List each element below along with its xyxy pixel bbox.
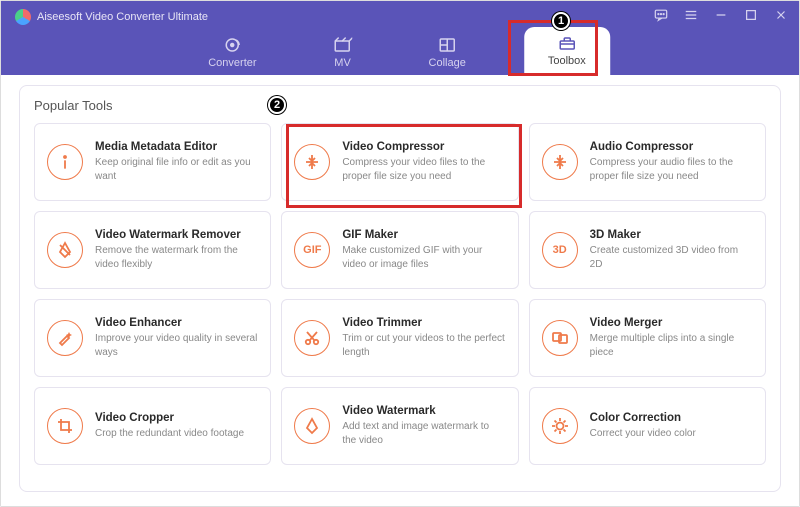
panel-title: Popular Tools [34,98,766,113]
app-window: Aiseesoft Video Converter Ultimate Conve… [0,0,800,507]
tool-audio-compressor[interactable]: Audio Compressor Compress your audio fil… [529,123,766,201]
tab-label: Toolbox [548,55,586,67]
compress-icon [294,144,330,180]
mv-icon [333,37,353,53]
tool-title: Video Enhancer [95,317,258,329]
maximize-icon[interactable] [743,7,759,23]
app-logo-icon [15,9,31,25]
scissors-icon [294,320,330,356]
tool-title: Video Compressor [342,141,505,153]
tool-desc: Make customized GIF with your video or i… [342,244,505,271]
tool-color-correction[interactable]: Color Correction Correct your video colo… [529,387,766,465]
tool-desc: Keep original file info or edit as you w… [95,156,258,183]
tab-toolbox[interactable]: Toolbox [524,27,610,75]
titlebar: Aiseesoft Video Converter Ultimate Conve… [1,1,799,75]
feedback-icon[interactable] [653,7,669,23]
tool-title: Video Merger [590,317,753,329]
merger-icon [542,320,578,356]
tool-video-trimmer[interactable]: Video Trimmer Trim or cut your videos to… [281,299,518,377]
tools-grid: Media Metadata Editor Keep original file… [34,123,766,465]
tool-title: Video Cropper [95,412,258,424]
tool-video-merger[interactable]: Video Merger Merge multiple clips into a… [529,299,766,377]
app-title: Aiseesoft Video Converter Ultimate [37,11,208,23]
app-logo-wrap: Aiseesoft Video Converter Ultimate [1,1,222,25]
tool-desc: Add text and image watermark to the vide… [342,420,505,447]
menu-icon[interactable] [683,7,699,23]
3d-icon: 3D [542,232,578,268]
tool-title: Color Correction [590,412,753,424]
tool-title: Video Watermark Remover [95,229,258,241]
tool-title: Video Trimmer [342,317,505,329]
toolbox-icon [557,35,577,51]
crop-icon [47,408,83,444]
color-icon [542,408,578,444]
watermark-remove-icon [47,232,83,268]
info-icon [47,144,83,180]
audio-compress-icon [542,144,578,180]
annotation-badge-2: 2 [268,96,286,114]
nav-tabs: Converter MV Collage Toolbox [190,23,610,75]
converter-icon [222,37,242,53]
tool-desc: Create customized 3D video from 2D [590,244,753,271]
tab-mv[interactable]: MV [315,31,371,75]
close-icon[interactable] [773,7,789,23]
tool-desc: Compress your audio files to the proper … [590,156,753,183]
tab-label: Converter [208,57,256,69]
tool-gif-maker[interactable]: GIF GIF Maker Make customized GIF with y… [281,211,518,289]
tool-desc: Correct your video color [590,427,753,441]
tool-desc: Crop the redundant video footage [95,427,258,441]
tool-title: Video Watermark [342,405,505,417]
gif-icon: GIF [294,232,330,268]
tab-collage[interactable]: Collage [411,31,484,75]
tool-desc: Compress your video files to the proper … [342,156,505,183]
collage-icon [437,37,457,53]
tab-label: Collage [429,57,466,69]
enhancer-icon [47,320,83,356]
tool-desc: Remove the watermark from the video flex… [95,244,258,271]
tool-desc: Improve your video quality in several wa… [95,332,258,359]
tab-label: MV [334,57,351,69]
tool-video-watermark[interactable]: Video Watermark Add text and image water… [281,387,518,465]
minimize-icon[interactable] [713,7,729,23]
watermark-icon [294,408,330,444]
tool-media-metadata-editor[interactable]: Media Metadata Editor Keep original file… [34,123,271,201]
tool-desc: Trim or cut your videos to the perfect l… [342,332,505,359]
tool-video-compressor[interactable]: Video Compressor Compress your video fil… [281,123,518,201]
tool-title: GIF Maker [342,229,505,241]
tool-desc: Merge multiple clips into a single piece [590,332,753,359]
tool-3d-maker[interactable]: 3D 3D Maker Create customized 3D video f… [529,211,766,289]
content-area: Popular Tools Media Metadata Editor Keep… [1,75,799,506]
tab-converter[interactable]: Converter [190,31,274,75]
tool-video-enhancer[interactable]: Video Enhancer Improve your video qualit… [34,299,271,377]
window-controls [653,7,789,23]
tool-video-watermark-remover[interactable]: Video Watermark Remover Remove the water… [34,211,271,289]
tool-title: 3D Maker [590,229,753,241]
annotation-badge-1: 1 [552,12,570,30]
tool-video-cropper[interactable]: Video Cropper Crop the redundant video f… [34,387,271,465]
tool-title: Media Metadata Editor [95,141,258,153]
tool-title: Audio Compressor [590,141,753,153]
popular-tools-panel: Popular Tools Media Metadata Editor Keep… [19,85,781,492]
